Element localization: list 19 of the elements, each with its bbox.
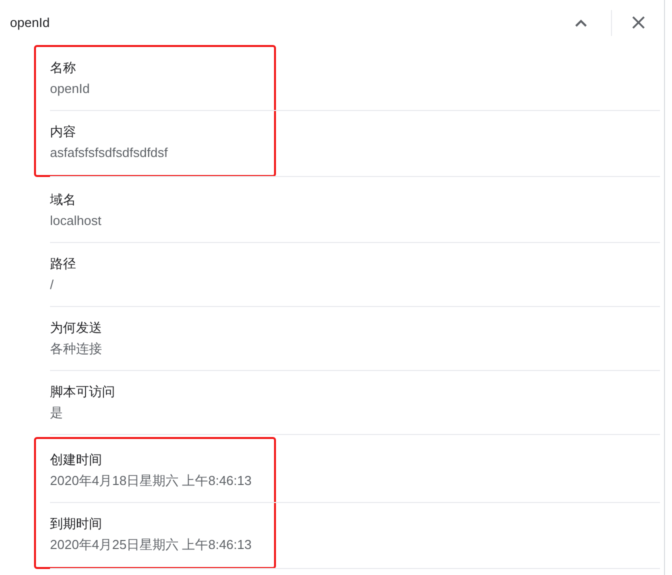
close-icon <box>632 16 644 29</box>
field-label: 内容 <box>50 123 77 141</box>
field-value: 是 <box>50 404 64 422</box>
field-label: 脚本可访问 <box>50 383 116 401</box>
field-value: / <box>50 276 55 294</box>
cookie-title: openId <box>10 15 51 30</box>
field-value: localhost <box>50 212 102 230</box>
field-value: 2020年4月25日星期六 上午8:46:13 <box>50 536 253 554</box>
field-label: 为何发送 <box>50 319 103 337</box>
field-label: 路径 <box>50 255 77 273</box>
chevron-up-icon <box>575 18 587 26</box>
field-value: 各种连接 <box>50 340 103 358</box>
field-label: 创建时间 <box>50 451 103 469</box>
field-value: 2020年4月18日星期六 上午8:46:13 <box>50 472 253 490</box>
field-value: asfafsfsfsdfsdfsdfdsf <box>50 144 169 162</box>
field-label: 名称 <box>50 59 77 77</box>
field-label: 到期时间 <box>50 515 103 533</box>
field-value: openId <box>50 80 91 98</box>
field-label: 域名 <box>50 191 77 209</box>
